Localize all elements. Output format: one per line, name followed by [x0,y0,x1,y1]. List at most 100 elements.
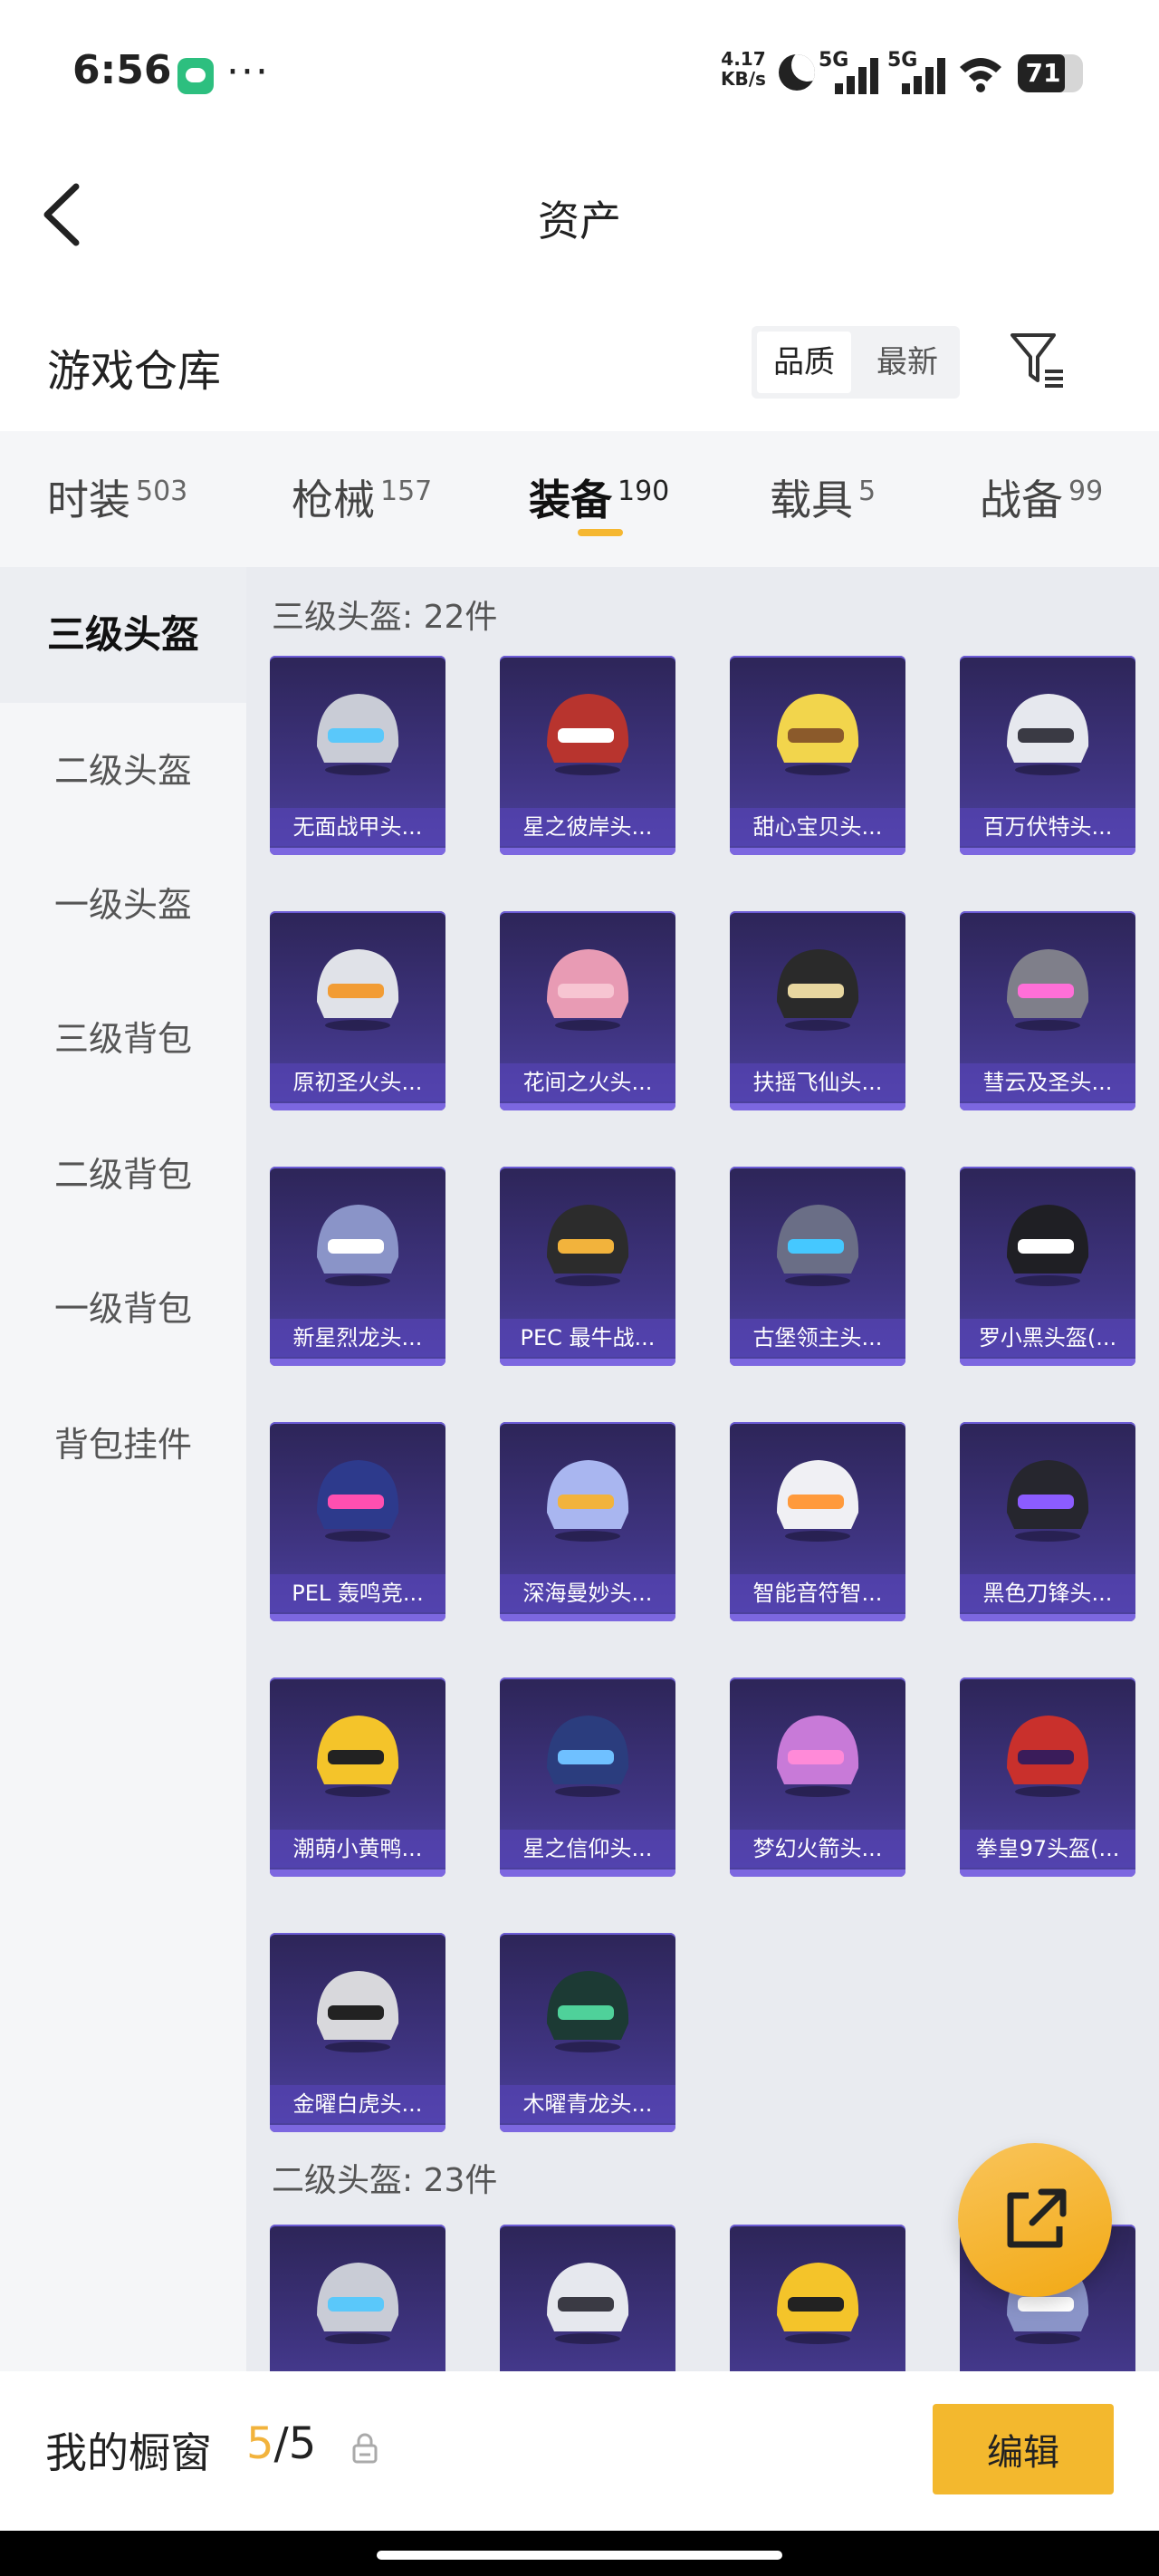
item-card[interactable]: 无面战甲头... [270,656,445,855]
item-card[interactable]: 深海曼妙头... [500,1422,675,1621]
showcase-count: 5/5 [246,2418,316,2469]
item-name: 甜心宝贝头... [730,808,905,846]
item-card[interactable]: 百万伏特头... [960,656,1135,855]
item-card[interactable]: 彗云及圣头... [960,911,1135,1110]
sidebar-item-level3-helmet[interactable]: 三级头盔 [0,567,246,703]
wechat-icon [177,58,214,94]
group-title: 三级头盔: 22件 [272,599,498,636]
item-card[interactable]: 金曜白虎头... [270,1933,445,2132]
helmet-icon [317,1460,399,1542]
item-card[interactable]: 扶摇飞仙头... [730,911,905,1110]
item-card[interactable]: 黑色刀锋头... [960,1422,1135,1621]
tab-fashion[interactable]: 时装 503 [47,467,187,540]
item-card[interactable]: 罗小黑头盔(... [960,1167,1135,1366]
showcase-separator: / [273,2418,289,2469]
item-name: 拳皇97头盔(... [960,1830,1135,1868]
home-indicator[interactable] [377,2551,782,2560]
item-name: 金曜白虎头... [270,2085,445,2123]
item-card[interactable]: 古堡领主头... [730,1167,905,1366]
item-name: 古堡领主头... [730,1319,905,1357]
item-card[interactable] [270,2225,445,2371]
sidebar-item-backpack-charm[interactable]: 背包挂件 [0,1377,246,1513]
tab-label: 载具 [770,476,853,524]
item-name: 原初圣火头... [270,1063,445,1101]
item-card[interactable]: 花间之火头... [500,911,675,1110]
item-card[interactable]: 智能音符智... [730,1422,905,1621]
helmet-icon [547,1716,629,1797]
helmet-icon [1007,694,1089,775]
item-card[interactable] [500,2225,675,2371]
share-button[interactable] [958,2143,1112,2297]
item-name: 百万伏特头... [960,808,1135,846]
more-notifications-icon: ··· [226,49,270,95]
sidebar-item-level1-helmet[interactable]: 一级头盔 [0,837,246,973]
item-name: 木曜青龙头... [500,2085,675,2123]
warehouse-header: 游戏仓库 品质 最新 [0,308,1159,435]
tab-supplies[interactable]: 战备 99 [980,467,1103,540]
helmet-icon [777,1460,859,1542]
tab-label: 时装 [47,476,130,524]
item-name: 星之信仰头... [500,1830,675,1868]
tab-vehicles[interactable]: 载具 5 [770,467,876,540]
item-card[interactable]: 梦幻火箭头... [730,1677,905,1877]
item-name: 彗云及圣头... [960,1063,1135,1101]
sidebar: 三级头盔 二级头盔 一级头盔 三级背包 二级背包 一级背包 背包挂件 [0,567,246,2371]
showcase-label: 我的橱窗 [45,2428,212,2477]
status-bar: 6:56 ··· 4.17 KB/s 5G 5G 71 [0,0,1159,145]
helmet-icon [317,1971,399,2052]
helmet-icon [547,2263,629,2344]
category-tabs: 时装 503 枪械 157 装备 190 载具 5 战备 99 [0,431,1159,567]
item-name: 罗小黑头盔(... [960,1319,1135,1357]
item-card[interactable]: 拳皇97头盔(... [960,1677,1135,1877]
item-grid: 三级头盔: 22件 二级头盔: 23件 无面战甲头... 星之彼岸头... 甜心宝贝… [246,567,1159,2371]
sort-newest-button[interactable]: 最新 [860,332,954,393]
battery-level: 71 [1025,58,1061,88]
showcase-current: 5 [246,2418,274,2469]
edit-button[interactable]: 编辑 [933,2404,1114,2494]
net-speed: 4.17 KB/s [721,49,766,89]
group-title: 二级头盔: 23件 [272,2162,498,2199]
signal-icon [835,56,884,94]
filter-icon[interactable] [1009,330,1067,389]
item-card[interactable]: 潮萌小黄鸭... [270,1677,445,1877]
tab-firearms[interactable]: 枪械 157 [292,467,432,540]
signal-icon [902,56,951,94]
helmet-icon [1007,1205,1089,1286]
helmet-icon [1007,949,1089,1031]
helmet-icon [777,694,859,775]
sidebar-item-level2-backpack[interactable]: 二级背包 [0,1107,246,1243]
helmet-icon [317,694,399,775]
page-title: 资产 [538,197,621,245]
sort-quality-button[interactable]: 品质 [757,332,851,393]
share-icon [1007,2188,1067,2248]
helmet-icon [777,949,859,1031]
sidebar-item-level1-backpack[interactable]: 一级背包 [0,1241,246,1377]
item-name: 深海曼妙头... [500,1574,675,1612]
item-card[interactable]: 星之彼岸头... [500,656,675,855]
active-tab-indicator [578,529,623,536]
helmet-icon [317,1716,399,1797]
item-card[interactable]: PEL 轰鸣竞... [270,1422,445,1621]
item-name: 潮萌小黄鸭... [270,1830,445,1868]
item-card[interactable]: 新星烈龙头... [270,1167,445,1366]
warehouse-title: 游戏仓库 [47,346,222,397]
tab-count: 5 [858,475,876,507]
item-card[interactable]: 木曜青龙头... [500,1933,675,2132]
sidebar-item-level3-backpack[interactable]: 三级背包 [0,971,246,1107]
item-name: 星之彼岸头... [500,808,675,846]
item-card[interactable]: 星之信仰头... [500,1677,675,1877]
item-card[interactable]: PEC 最牛战... [500,1167,675,1366]
helmet-icon [1007,1460,1089,1542]
system-nav-bar [0,2531,1159,2576]
helmet-icon [547,1971,629,2052]
helmet-icon [547,694,629,775]
helmet-icon [317,949,399,1031]
item-card[interactable]: 甜心宝贝头... [730,656,905,855]
helmet-icon [777,1205,859,1286]
item-card[interactable] [730,2225,905,2371]
lock-icon [352,2433,378,2464]
title-bar: 资产 [0,145,1159,281]
sidebar-item-level2-helmet[interactable]: 二级头盔 [0,703,246,839]
item-card[interactable]: 原初圣火头... [270,911,445,1110]
showcase-total: 5 [288,2418,317,2469]
